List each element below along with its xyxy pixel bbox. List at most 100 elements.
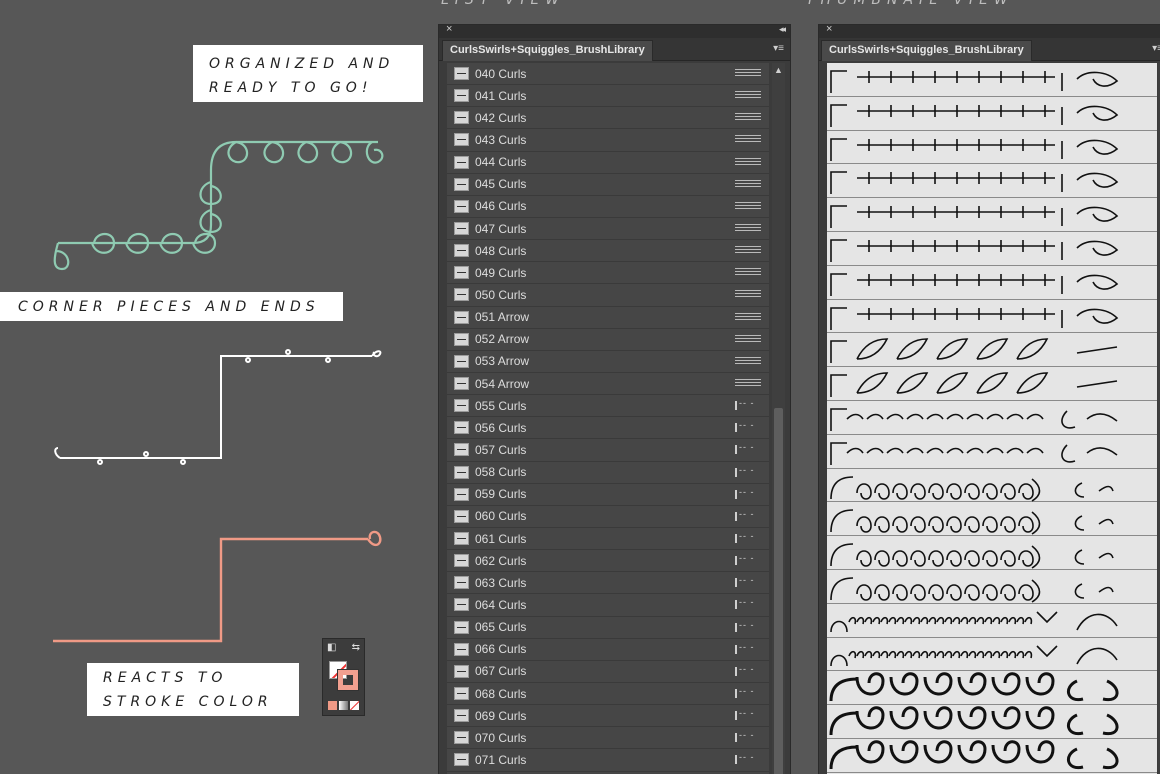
pattern-brush-icon: [735, 201, 761, 211]
brush-list-row[interactable]: 068 Curls: [447, 683, 769, 706]
art-brush-icon: [735, 487, 761, 499]
brush-list-row[interactable]: 069 Curls: [447, 705, 769, 728]
panel-menu-icon[interactable]: ▾≡: [773, 43, 784, 54]
brush-name: 052 Arrow: [475, 332, 530, 347]
brush-thumbnail-row[interactable]: [827, 570, 1157, 604]
panel-tabbar: CurlsSwirls+Squiggles_BrushLibrary ▾≡: [439, 38, 790, 61]
brush-thumbnail-row[interactable]: [827, 739, 1157, 773]
art-brush-icon: [735, 420, 761, 433]
brush-thumbnail-row[interactable]: [827, 164, 1157, 199]
brush-name: 059 Curls: [475, 487, 527, 502]
brush-thumbnail-row[interactable]: [827, 435, 1157, 469]
brush-list-row[interactable]: 070 Curls: [447, 727, 769, 750]
brush-thumbnail-row[interactable]: [827, 401, 1157, 435]
brush-list-row[interactable]: 071 Curls: [447, 749, 769, 772]
brush-thumbnail-row[interactable]: [827, 198, 1157, 232]
default-colors-icon[interactable]: ◧: [327, 642, 336, 653]
brush-thumbnail-row[interactable]: [827, 502, 1157, 537]
brush-list-row[interactable]: 053 Arrow: [447, 351, 769, 373]
close-icon[interactable]: ×: [446, 23, 452, 35]
brush-list-row[interactable]: 054 Arrow: [447, 373, 769, 396]
brush-list-row[interactable]: 058 Curls: [447, 462, 769, 484]
brush-list-row[interactable]: 050 Curls: [447, 284, 769, 307]
fill-stroke-swatch-widget[interactable]: ◧ ⇆: [322, 638, 365, 716]
brush-list-row[interactable]: 056 Curls: [447, 417, 769, 440]
brush-thumbnail-row[interactable]: [827, 671, 1157, 706]
panel-menu-icon[interactable]: ▾≡: [1152, 43, 1160, 54]
scroll-thumb[interactable]: [774, 408, 783, 774]
brush-stroke-sample: [830, 272, 1119, 296]
brush-list-row[interactable]: 057 Curls: [447, 439, 769, 462]
brush-thumbnail-preview: [830, 272, 1119, 296]
brush-list-row[interactable]: 055 Curls: [447, 395, 769, 418]
brush-list-row[interactable]: 059 Curls: [447, 484, 769, 506]
color-mode-button[interactable]: [328, 701, 337, 710]
salmon-corner-stroke: [53, 530, 382, 643]
brush-thumbnail-row[interactable]: [827, 604, 1157, 638]
brush-thumbnail-preview: [830, 611, 1118, 632]
brush-thumbnail-row[interactable]: [827, 131, 1157, 165]
scroll-up-icon[interactable]: ▲: [774, 65, 783, 75]
swap-colors-icon[interactable]: ⇆: [352, 642, 360, 653]
brush-thumbnail-row[interactable]: [827, 232, 1157, 266]
brush-list-row[interactable]: 060 Curls: [447, 506, 769, 528]
brush-preview-icon: [454, 332, 469, 346]
brush-list-row[interactable]: 049 Curls: [447, 262, 769, 285]
brush-thumbnail-preview: [829, 740, 1119, 770]
brush-thumbnail-row[interactable]: [827, 536, 1157, 570]
brush-name: 044 Curls: [475, 155, 527, 170]
brush-name: 047 Curls: [475, 221, 527, 236]
art-brush-icon: [735, 730, 761, 743]
brush-name: 055 Curls: [475, 398, 527, 413]
brush-thumbnail-row[interactable]: [827, 266, 1157, 300]
brush-list-row[interactable]: 048 Curls: [447, 240, 769, 263]
brush-preview-icon: [454, 111, 469, 125]
brush-preview-icon: [454, 288, 469, 302]
brush-list-row[interactable]: 052 Arrow: [447, 329, 769, 351]
brush-list-row[interactable]: 042 Curls: [447, 107, 769, 130]
gradient-mode-button[interactable]: [339, 701, 348, 710]
brush-preview-icon: [454, 133, 469, 147]
brush-list-row[interactable]: 040 Curls: [447, 63, 769, 86]
brush-list-row[interactable]: 061 Curls: [447, 528, 769, 551]
collapse-icon[interactable]: ◂◂: [779, 24, 786, 35]
brush-name: 071 Curls: [475, 752, 527, 767]
white-corner-stroke: [54, 349, 382, 465]
brush-preview-icon: [454, 576, 469, 590]
brush-list-row[interactable]: 046 Curls: [447, 196, 769, 218]
brush-thumbnail-row[interactable]: [827, 63, 1157, 97]
art-brush-icon: [735, 509, 761, 521]
brush-list-row[interactable]: 064 Curls: [447, 594, 769, 617]
panel-tabbar: CurlsSwirls+Squiggles_BrushLibrary ▾≡: [819, 38, 1160, 61]
brush-thumbnail-row[interactable]: [827, 333, 1157, 368]
brush-list-row[interactable]: 067 Curls: [447, 661, 769, 683]
brush-thumbnail-row[interactable]: [827, 705, 1157, 739]
none-mode-button[interactable]: [350, 701, 359, 710]
brush-thumbnail-row[interactable]: [827, 469, 1157, 503]
brush-list-row[interactable]: 062 Curls: [447, 550, 769, 573]
close-icon[interactable]: ×: [826, 23, 832, 35]
stroke-color-swatch[interactable]: [337, 669, 359, 691]
tab-brush-library[interactable]: CurlsSwirls+Squiggles_BrushLibrary: [442, 40, 653, 61]
brush-thumbnail-row[interactable]: [827, 638, 1157, 672]
list-scrollbar[interactable]: ▲: [772, 63, 785, 774]
brush-list-row[interactable]: 051 Arrow: [447, 307, 769, 329]
brush-list-row[interactable]: 045 Curls: [447, 174, 769, 196]
brush-samples-illustration: [53, 140, 384, 643]
brush-thumbnail-row[interactable]: [827, 367, 1157, 401]
brush-list-row[interactable]: 043 Curls: [447, 129, 769, 152]
brush-preview-icon: [454, 465, 469, 479]
brush-list-row[interactable]: 063 Curls: [447, 572, 769, 595]
brush-list-row[interactable]: 044 Curls: [447, 152, 769, 174]
tab-brush-library[interactable]: CurlsSwirls+Squiggles_BrushLibrary: [821, 40, 1032, 61]
callout-organized: ORGANIZED AND READY TO GO!: [193, 45, 423, 102]
brush-thumbnail-row[interactable]: [827, 97, 1157, 131]
brush-list-row[interactable]: 066 Curls: [447, 639, 769, 661]
brush-list-row[interactable]: 047 Curls: [447, 218, 769, 241]
brush-thumbnail-preview: [829, 672, 1119, 702]
pattern-brush-icon: [735, 312, 761, 322]
brush-list-row[interactable]: 065 Curls: [447, 617, 769, 639]
brush-thumbnail-row[interactable]: [827, 300, 1157, 334]
brush-list-row[interactable]: 041 Curls: [447, 85, 769, 108]
brush-stroke-sample: [830, 611, 1118, 632]
